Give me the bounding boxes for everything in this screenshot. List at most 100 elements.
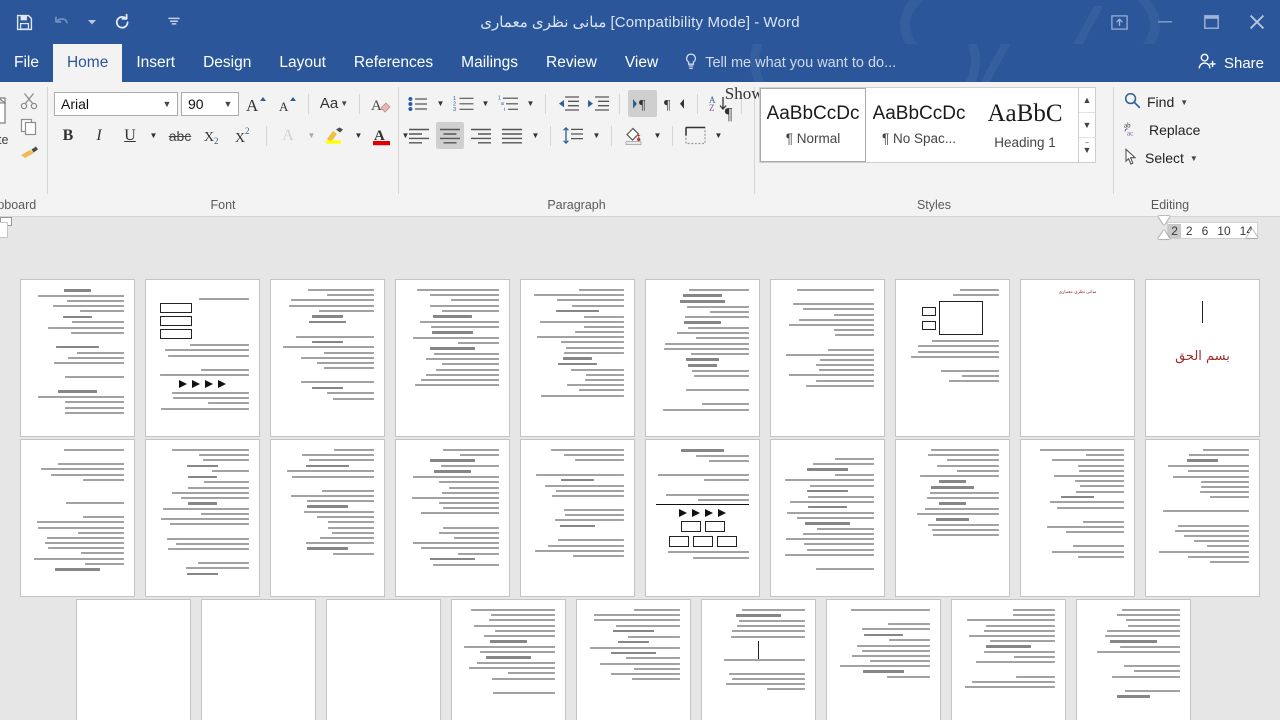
minimize-button[interactable] <box>1142 0 1188 44</box>
font-size-input[interactable]: 90 ▼ <box>181 91 239 116</box>
page-thumbnail[interactable] <box>645 439 760 597</box>
tab-references[interactable]: References <box>340 44 447 82</box>
page-thumbnail[interactable] <box>770 279 885 437</box>
page-thumbnail[interactable] <box>895 279 1010 437</box>
tab-view[interactable]: View <box>611 44 672 82</box>
line-spacing-dropdown-icon[interactable]: ▼ <box>590 122 603 149</box>
bullets-dropdown-icon[interactable]: ▼ <box>434 90 447 117</box>
page-thumbnail[interactable] <box>951 599 1066 720</box>
center-button[interactable] <box>436 122 464 149</box>
justify-button[interactable] <box>498 122 526 149</box>
undo-dropdown-icon[interactable] <box>82 7 102 37</box>
change-case-button[interactable]: Aa ▼ <box>316 91 352 117</box>
change-case-dropdown-icon[interactable]: ▼ <box>340 99 348 108</box>
page-thumbnail[interactable] <box>20 439 135 597</box>
ribbon-display-options-button[interactable] <box>1096 0 1142 44</box>
tab-layout[interactable]: Layout <box>265 44 340 82</box>
hanging-indent-marker[interactable] <box>1158 230 1170 239</box>
tab-review[interactable]: Review <box>532 44 611 82</box>
page-thumbnail[interactable] <box>895 439 1010 597</box>
replace-button[interactable]: ab ac Replace <box>1120 117 1204 143</box>
undo-button[interactable] <box>44 7 80 37</box>
find-button[interactable]: Find ▼ <box>1120 89 1192 115</box>
page-thumbnail[interactable] <box>520 279 635 437</box>
page-thumbnail[interactable] <box>826 599 941 720</box>
styles-more-icon[interactable]: ▼ ‾ <box>1079 138 1095 162</box>
subscript-button[interactable]: X2 <box>200 122 228 149</box>
first-line-indent-marker[interactable] <box>1158 216 1170 225</box>
bullets-button[interactable] <box>405 91 431 117</box>
multilevel-list-dropdown-icon[interactable]: ▼ <box>524 90 537 117</box>
select-dropdown-icon[interactable]: ▼ <box>1190 154 1198 163</box>
page-thumbnail[interactable] <box>645 279 760 437</box>
page-thumbnail[interactable] <box>1020 439 1135 597</box>
customize-quick-access-toolbar-icon[interactable] <box>156 7 192 37</box>
align-left-button[interactable] <box>405 122 433 149</box>
justify-dropdown-icon[interactable]: ▼ <box>529 122 542 149</box>
page-thumbnail[interactable] <box>270 279 385 437</box>
align-right-button[interactable] <box>467 122 495 149</box>
page-thumbnail[interactable]: مبانی نظری معماری <box>1020 279 1135 437</box>
font-name-input[interactable]: Arial ▼ <box>54 91 178 116</box>
page-thumbnail[interactable] <box>145 439 260 597</box>
shrink-font-button[interactable]: A <box>273 90 301 117</box>
highlight-button[interactable] <box>321 122 349 149</box>
find-dropdown-icon[interactable]: ▼ <box>1180 98 1188 107</box>
numbering-dropdown-icon[interactable]: ▼ <box>479 90 492 117</box>
page-thumbnail[interactable] <box>395 439 510 597</box>
underline-dropdown-icon[interactable]: ▼ <box>147 122 160 149</box>
page-thumbnail[interactable] <box>701 599 816 720</box>
paste-button[interactable]: Paste ▼ <box>0 87 13 155</box>
text-effects-button[interactable]: A <box>274 122 302 149</box>
font-color-button[interactable]: A <box>368 122 396 149</box>
grow-font-button[interactable]: A <box>242 90 270 117</box>
save-button[interactable] <box>6 7 42 37</box>
horizontal-ruler[interactable]: 2 2 6 10 14 <box>1167 222 1258 239</box>
close-button[interactable] <box>1234 0 1280 44</box>
share-button[interactable]: Share <box>1183 44 1280 82</box>
numbering-button[interactable]: 123 <box>450 91 476 117</box>
superscript-button[interactable]: X2 <box>231 122 259 149</box>
right-indent-marker[interactable] <box>1246 229 1258 238</box>
increase-indent-button[interactable] <box>584 91 611 117</box>
tab-file[interactable]: File <box>0 44 53 82</box>
page-thumbnail[interactable] <box>270 439 385 597</box>
page-thumbnail[interactable] <box>201 599 316 720</box>
page-thumbnail[interactable] <box>1145 439 1260 597</box>
page-thumbnail[interactable] <box>326 599 441 720</box>
restore-button[interactable] <box>1188 0 1234 44</box>
multilevel-list-button[interactable]: 1ai <box>495 91 521 117</box>
shading-dropdown-icon[interactable]: ▼ <box>651 122 664 149</box>
tab-insert[interactable]: Insert <box>122 44 189 82</box>
borders-button[interactable] <box>681 122 709 149</box>
tab-design[interactable]: Design <box>189 44 265 82</box>
page-thumbnail[interactable] <box>451 599 566 720</box>
bold-button[interactable]: B <box>54 122 82 149</box>
styles-scroll-down-icon[interactable]: ▼ <box>1079 113 1095 138</box>
ltr-text-direction-button[interactable]: ¶ <box>628 90 657 117</box>
format-painter-button[interactable] <box>17 142 41 164</box>
tab-home[interactable]: Home <box>52 44 123 82</box>
copy-button[interactable] <box>17 116 41 138</box>
ruler-left-fragment[interactable] <box>0 222 8 238</box>
line-spacing-button[interactable] <box>559 122 587 149</box>
font-name-dropdown-icon[interactable]: ▼ <box>159 99 175 109</box>
page-thumbnail[interactable] <box>145 279 260 437</box>
page-thumbnail[interactable]: بسم الحق <box>1145 279 1260 437</box>
italic-button[interactable]: I <box>85 122 113 149</box>
clear-formatting-button[interactable]: A <box>367 90 395 117</box>
shading-button[interactable] <box>620 122 648 149</box>
style-no-spacing[interactable]: AaBbCcDc ¶ No Spac... <box>866 88 972 162</box>
document-canvas[interactable]: مبانی نظری معماری بسم الحق <box>0 270 1280 720</box>
borders-dropdown-icon[interactable]: ▼ <box>712 122 725 149</box>
style-heading-1[interactable]: AaBbC Heading 1 <box>972 88 1078 162</box>
page-thumbnail[interactable] <box>76 599 191 720</box>
page-thumbnail[interactable] <box>576 599 691 720</box>
decrease-indent-button[interactable] <box>554 91 581 117</box>
strikethrough-button[interactable]: abc <box>163 122 197 149</box>
page-thumbnail[interactable] <box>395 279 510 437</box>
tell-me-search[interactable]: Tell me what you want to do... <box>684 44 896 82</box>
page-thumbnail[interactable] <box>770 439 885 597</box>
page-thumbnail[interactable] <box>520 439 635 597</box>
page-thumbnail[interactable] <box>1076 599 1191 720</box>
